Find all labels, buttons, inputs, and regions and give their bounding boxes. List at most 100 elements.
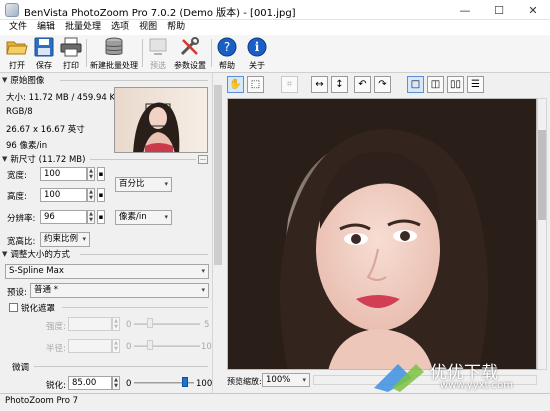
menu-help[interactable]: 帮助 (162, 20, 190, 35)
menu-file[interactable]: 文件 (4, 20, 32, 35)
settings-panel: ▼ 原始图像 大小: 11.72 MB / 459.94 KB RGB/8 26.… (0, 73, 212, 393)
original-dimensions: 26.67 x 16.67 英寸 (6, 125, 85, 135)
menu-view[interactable]: 视图 (134, 20, 162, 35)
strength-input[interactable] (68, 317, 112, 331)
divider (62, 307, 208, 308)
strength-stepper[interactable]: ▲ ▼ (112, 317, 120, 331)
radius-slider-thumb[interactable] (147, 340, 153, 350)
single-view-icon[interactable]: □ (407, 76, 424, 93)
settings-label: 参数设置 (174, 61, 206, 70)
resolution-link-icon[interactable]: ▪ (97, 210, 105, 224)
chevron-down-icon: ▾ (201, 286, 205, 294)
menu-edit[interactable]: 编辑 (32, 20, 60, 35)
resolution-stepper[interactable]: ▲ ▼ (87, 210, 95, 224)
width-stepper[interactable]: ▲ ▼ (87, 167, 95, 181)
help-icon: ? (216, 37, 238, 57)
open-button[interactable]: 打开 (4, 36, 30, 71)
size-unit-select[interactable]: 百分比 ▾ (115, 177, 172, 192)
width-input[interactable]: 100 (40, 167, 87, 181)
close-button[interactable]: ✕ (516, 0, 550, 20)
radius-input[interactable] (68, 339, 112, 353)
settings-button[interactable]: 参数设置 (172, 36, 208, 71)
original-resolution: 96 像素/in (6, 141, 48, 151)
sharpen-label: 锐化: (46, 381, 66, 391)
preview-scrollbar-thumb[interactable] (538, 130, 546, 220)
unsharp-checkbox[interactable] (9, 303, 18, 312)
original-colormode: RGB/8 (6, 107, 33, 117)
menu-batch[interactable]: 批量处理 (60, 20, 106, 35)
printer-icon (60, 37, 82, 57)
maximize-button[interactable]: ☐ (482, 0, 516, 20)
sharpen-input[interactable]: 85.00 (68, 376, 112, 390)
crop-icon[interactable]: ⌗ (281, 76, 298, 93)
preview-image[interactable] (227, 98, 537, 370)
method-section-title: 调整大小的方式 (10, 250, 70, 260)
window-controls: — ☐ ✕ (448, 0, 550, 20)
strength-slider[interactable] (134, 323, 200, 325)
newsize-more-button[interactable]: ... (198, 155, 208, 164)
print-button[interactable]: 打印 (58, 36, 84, 71)
zoom-label: 预览缩放: (227, 377, 262, 386)
algorithm-select[interactable]: S-Spline Max ▾ (5, 264, 209, 279)
sharpen-stepper[interactable]: ▲ ▼ (112, 376, 120, 390)
minimize-button[interactable]: — (448, 0, 482, 20)
chevron-down-icon: ▾ (82, 235, 86, 243)
open-label: 打开 (9, 61, 25, 70)
height-link-icon[interactable]: ▪ (97, 188, 105, 202)
resolution-label: 分辨率: (7, 214, 36, 224)
menu-bar: 文件 编辑 批量处理 选项 视图 帮助 (0, 20, 550, 35)
flip-horizontal-icon[interactable]: ↔ (311, 76, 328, 93)
new-batch-button[interactable]: 新建批量处理 (89, 36, 139, 71)
folder-open-icon (6, 37, 28, 57)
strength-min: 0 (126, 320, 132, 330)
preset-label: 预设: (7, 288, 27, 298)
database-stack-icon (103, 37, 125, 57)
height-input[interactable]: 100 (40, 188, 87, 202)
chevron-down-icon: ▾ (201, 267, 205, 275)
radius-stepper[interactable]: ▲ ▼ (112, 339, 120, 353)
app-logo-icon (5, 3, 19, 17)
resolution-input[interactable]: 96 (40, 210, 87, 224)
strength-max: 5 (204, 320, 210, 330)
chevron-down-icon: ▾ (164, 213, 168, 221)
split-view-icon[interactable]: ◫ (427, 76, 444, 93)
status-text: PhotoZoom Pro 7 (5, 396, 79, 406)
unsharp-label: 锐化遮罩 (21, 304, 56, 314)
rotate-left-icon[interactable]: ↶ (354, 76, 371, 93)
preset-select[interactable]: 普通 * ▾ (30, 283, 209, 298)
strength-slider-thumb[interactable] (147, 318, 153, 328)
zoom-select[interactable]: 100% ▾ (262, 373, 310, 387)
print-label: 打印 (63, 61, 79, 70)
marquee-select-icon[interactable]: ⬚ (247, 76, 264, 93)
aspect-select[interactable]: 约束比例 ▾ (40, 232, 90, 247)
stacked-view-icon[interactable]: ☰ (467, 76, 484, 93)
main-toolbar: 打开 保存 打印 新建批量处理 预选 参数设置 ? 帮助 i 关于 (0, 35, 550, 73)
aspect-label: 宽高比: (7, 237, 36, 247)
svg-text:i: i (255, 40, 260, 54)
height-stepper[interactable]: ▲ ▼ (87, 188, 95, 202)
menu-options[interactable]: 选项 (106, 20, 134, 35)
help-button[interactable]: ? 帮助 (214, 36, 240, 71)
resolution-unit-select[interactable]: 像素/in ▾ (115, 210, 172, 225)
hand-tool-icon[interactable]: ✋ (227, 76, 244, 93)
preview-button[interactable]: 预选 (145, 36, 171, 71)
collapse-arrow-icon: ▼ (2, 155, 8, 163)
about-button[interactable]: i 关于 (244, 36, 270, 71)
strength-label: 强度: (46, 322, 66, 332)
settings-scrollbar-thumb[interactable] (214, 85, 222, 265)
radius-slider[interactable] (134, 345, 200, 347)
watermark-logo-icon (368, 358, 426, 394)
width-link-icon[interactable]: ▪ (97, 167, 105, 181)
preview-label: 预选 (150, 61, 166, 70)
side-by-side-view-icon[interactable]: ▯▯ (447, 76, 464, 93)
width-label: 宽度: (7, 171, 27, 181)
navigator-thumbnail[interactable] (114, 87, 208, 153)
rotate-right-icon[interactable]: ↷ (374, 76, 391, 93)
collapse-arrow-icon: ▼ (2, 76, 8, 84)
divider (60, 80, 208, 81)
sharpen-slider-thumb[interactable] (182, 377, 188, 387)
save-button[interactable]: 保存 (31, 36, 57, 71)
watermark-url: www.yyxt.com (440, 380, 514, 391)
radius-max: 10 (201, 342, 212, 352)
flip-vertical-icon[interactable]: ↕ (331, 76, 348, 93)
